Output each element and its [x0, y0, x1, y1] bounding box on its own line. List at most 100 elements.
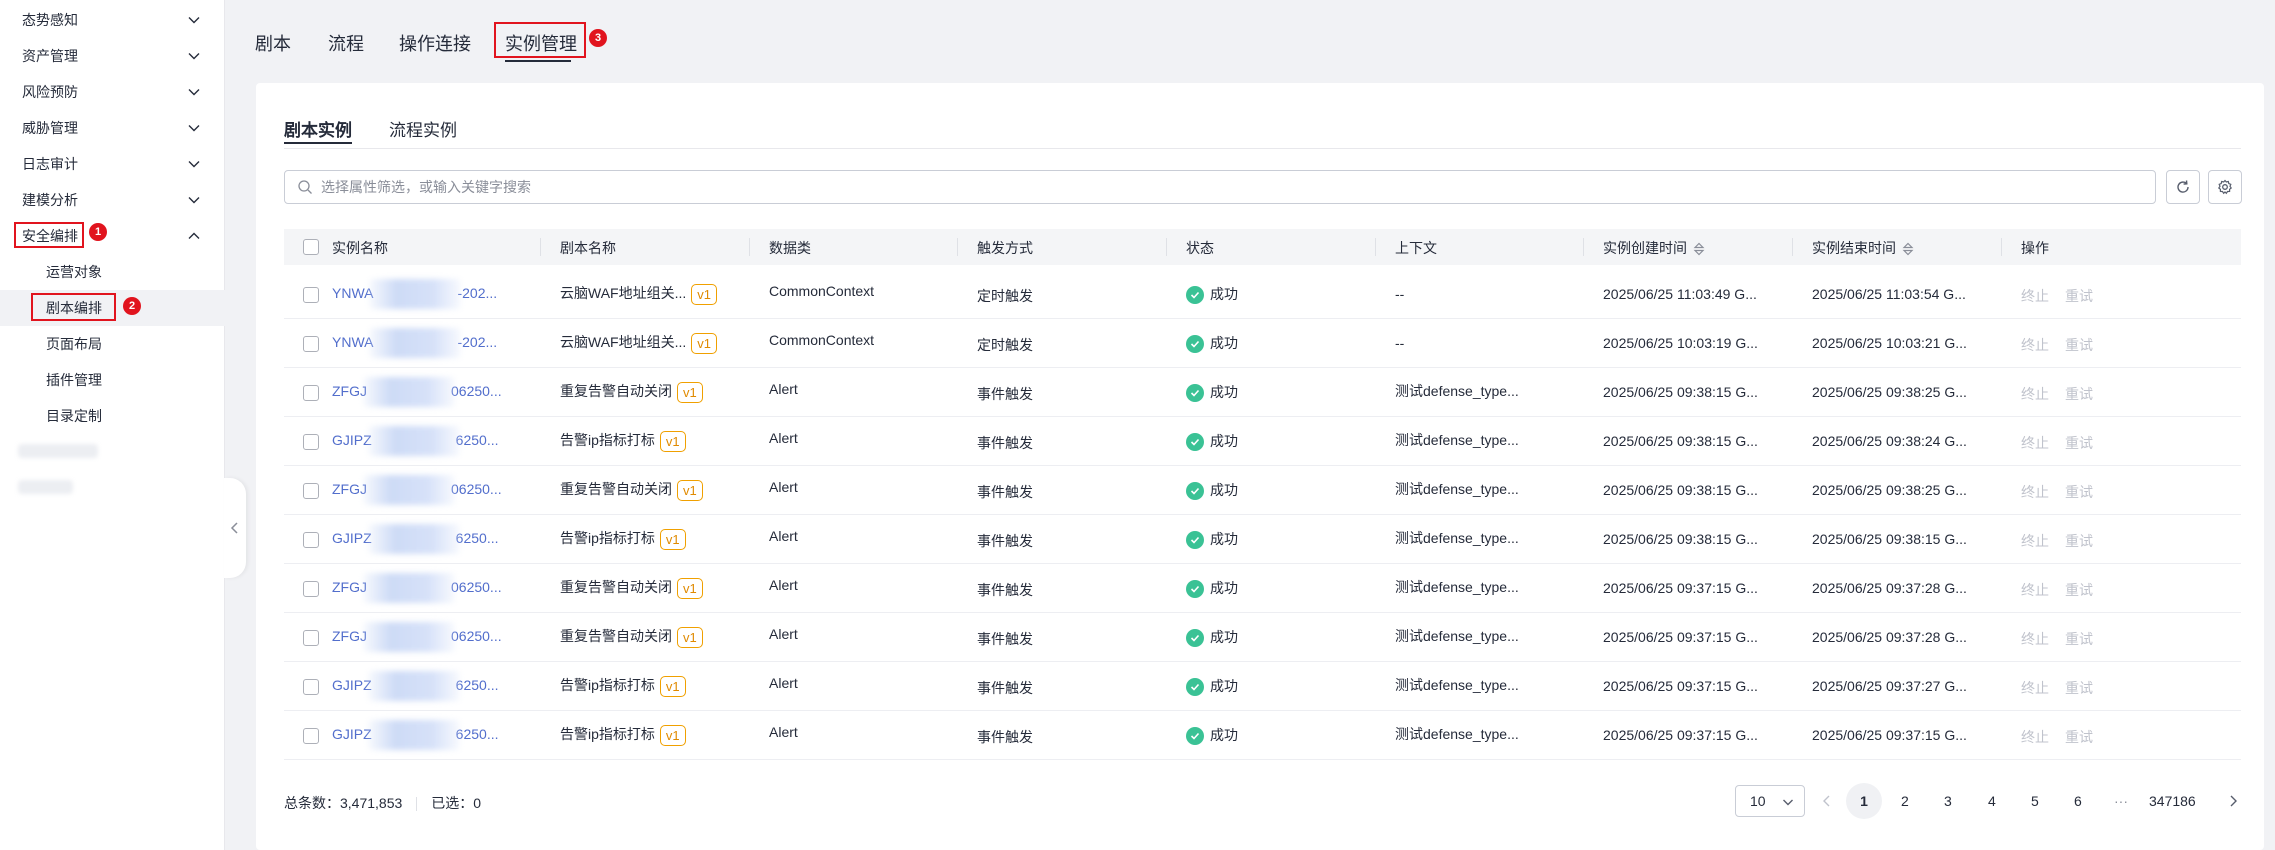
sidebar-item[interactable]: 建模分析	[0, 182, 225, 218]
terminate-button[interactable]: 终止	[2021, 678, 2049, 698]
annotation-badge-1: 1	[89, 223, 107, 241]
table-row[interactable]: ZFGJ 06250... 重复告警自动关闭 v1 Alert 事件触发 成功 测试defen…	[284, 466, 2241, 515]
tab-operation-connection[interactable]: 操作连接	[399, 30, 471, 56]
tab-instance-management[interactable]: 实例管理	[505, 30, 577, 56]
retry-button[interactable]: 重试	[2065, 482, 2093, 502]
sidebar-item[interactable]: 日志审计	[0, 146, 225, 182]
instance-name-link[interactable]: YNWA -202...	[332, 328, 497, 359]
sidebar-item-label: 日志审计	[22, 156, 78, 172]
page-size-select[interactable]: 10	[1735, 785, 1805, 817]
table-row[interactable]: ZFGJ 06250... 重复告警自动关闭 v1 Alert 事件触发 成功 测试defen…	[284, 613, 2241, 662]
sidebar-subitem[interactable]: 页面布局	[0, 326, 225, 362]
retry-button[interactable]: 重试	[2065, 433, 2093, 453]
table-row[interactable]: GJIPZ 6250... 告警ip指标打标 v1 Alert 事件触发 成功 测试defen…	[284, 662, 2241, 711]
page-button-2[interactable]: 2	[1901, 793, 1909, 809]
instance-name-link[interactable]: ZFGJ 06250...	[332, 573, 502, 604]
table-row[interactable]: GJIPZ 6250... 告警ip指标打标 v1 Alert 事件触发 成功 测试defen…	[284, 417, 2241, 466]
status-text: 成功	[1210, 433, 1238, 449]
terminate-button[interactable]: 终止	[2021, 580, 2049, 600]
instance-name-prefix: GJIPZ	[332, 677, 372, 693]
instance-name-link[interactable]: YNWA -202...	[332, 279, 497, 310]
settings-button[interactable]	[2208, 170, 2242, 204]
next-page-button[interactable]	[2226, 794, 2240, 808]
row-checkbox[interactable]	[303, 581, 319, 597]
instance-name-link[interactable]: GJIPZ 6250...	[332, 720, 499, 751]
row-checkbox[interactable]	[303, 385, 319, 401]
instance-name-prefix: GJIPZ	[332, 530, 372, 546]
terminate-button[interactable]: 终止	[2021, 482, 2049, 502]
retry-button[interactable]: 重试	[2065, 678, 2093, 698]
page-button-last[interactable]: 347186	[2149, 793, 2196, 809]
sidebar-item[interactable]: 安全编排	[0, 218, 225, 254]
column-header-playbook-name: 剧本名称	[560, 240, 616, 256]
sidebar-subitem[interactable]: 运营对象	[0, 254, 225, 290]
row-checkbox[interactable]	[303, 434, 319, 450]
column-divider	[2001, 238, 2002, 256]
tab-flow-instances[interactable]: 流程实例	[389, 116, 457, 141]
row-checkbox[interactable]	[303, 336, 319, 352]
row-checkbox[interactable]	[303, 679, 319, 695]
terminate-button[interactable]: 终止	[2021, 384, 2049, 404]
instance-name-link[interactable]: GJIPZ 6250...	[332, 671, 499, 702]
column-header-created-time[interactable]: 实例创建时间	[1603, 238, 1705, 258]
terminate-button[interactable]: 终止	[2021, 335, 2049, 355]
sidebar-collapse-handle[interactable]	[224, 478, 246, 578]
tab-playbook-instances[interactable]: 剧本实例	[284, 116, 352, 141]
prev-page-button[interactable]	[1820, 794, 1834, 808]
table-header: 实例名称 剧本名称 数据类 触发方式 状态 上下文 实例创建时间 实例结束时间 …	[284, 229, 2241, 265]
tab-playbook[interactable]: 剧本	[255, 30, 291, 56]
sidebar-item[interactable]: 资产管理	[0, 38, 225, 74]
sidebar-subitem[interactable]: 剧本编排	[0, 290, 225, 326]
instance-name-prefix: ZFGJ	[332, 481, 367, 497]
terminate-button[interactable]: 终止	[2021, 629, 2049, 649]
table-row[interactable]: ZFGJ 06250... 重复告警自动关闭 v1 Alert 事件触发 成功 测试defen…	[284, 564, 2241, 613]
terminate-button[interactable]: 终止	[2021, 433, 2049, 453]
row-checkbox[interactable]	[303, 483, 319, 499]
row-checkbox[interactable]	[303, 728, 319, 744]
refresh-button[interactable]	[2166, 170, 2200, 204]
table-row[interactable]: GJIPZ 6250... 告警ip指标打标 v1 Alert 事件触发 成功 测试defen…	[284, 515, 2241, 564]
sidebar-item[interactable]: 威胁管理	[0, 110, 225, 146]
sort-icon[interactable]	[1902, 242, 1914, 256]
retry-button[interactable]: 重试	[2065, 531, 2093, 551]
page-button-5[interactable]: 5	[2031, 793, 2039, 809]
sidebar-subitem[interactable]: 目录定制	[0, 398, 225, 434]
page-button-3[interactable]: 3	[1944, 793, 1952, 809]
redaction-mask	[363, 622, 455, 653]
sort-icon[interactable]	[1693, 242, 1705, 256]
terminate-button[interactable]: 终止	[2021, 286, 2049, 306]
terminate-button[interactable]: 终止	[2021, 727, 2049, 747]
table-row[interactable]: YNWA -202... 云脑WAF地址组关... v1 CommonContext 定时…	[284, 319, 2241, 368]
page-button-6[interactable]: 6	[2074, 793, 2082, 809]
table-row[interactable]: GJIPZ 6250... 告警ip指标打标 v1 Alert 事件触发 成功 测试defen…	[284, 711, 2241, 760]
page-ellipsis[interactable]: ···	[2114, 793, 2128, 809]
sidebar-subitem[interactable]: 插件管理	[0, 362, 225, 398]
row-checkbox[interactable]	[303, 287, 319, 303]
table-row[interactable]: ZFGJ 06250... 重复告警自动关闭 v1 Alert 事件触发 成功 测试defen…	[284, 368, 2241, 417]
instance-name-link[interactable]: ZFGJ 06250...	[332, 475, 502, 506]
instance-name-link[interactable]: GJIPZ 6250...	[332, 426, 499, 457]
page-button-4[interactable]: 4	[1988, 793, 1996, 809]
instance-name-link[interactable]: GJIPZ 6250...	[332, 524, 499, 555]
page-button-1[interactable]: 1	[1846, 783, 1882, 819]
row-checkbox[interactable]	[303, 532, 319, 548]
sidebar-item[interactable]: 风险预防	[0, 74, 225, 110]
created-time: 2025/06/25 09:38:15 G...	[1603, 531, 1758, 547]
row-checkbox[interactable]	[303, 630, 319, 646]
terminate-button[interactable]: 终止	[2021, 531, 2049, 551]
retry-button[interactable]: 重试	[2065, 384, 2093, 404]
retry-button[interactable]: 重试	[2065, 580, 2093, 600]
retry-button[interactable]: 重试	[2065, 335, 2093, 355]
instance-name-link[interactable]: ZFGJ 06250...	[332, 622, 502, 653]
instance-name-link[interactable]: ZFGJ 06250...	[332, 377, 502, 408]
retry-button[interactable]: 重试	[2065, 727, 2093, 747]
retry-button[interactable]: 重试	[2065, 286, 2093, 306]
column-header-ended-time[interactable]: 实例结束时间	[1812, 238, 1914, 258]
sidebar-item[interactable]: 态势感知	[0, 2, 225, 38]
search-input[interactable]: 选择属性筛选，或输入关键字搜索	[284, 170, 2156, 204]
retry-button[interactable]: 重试	[2065, 629, 2093, 649]
table-row[interactable]: YNWA -202... 云脑WAF地址组关... v1 CommonContext 定时…	[284, 270, 2241, 319]
select-all-checkbox[interactable]	[303, 239, 319, 255]
tab-flow[interactable]: 流程	[328, 30, 364, 56]
redaction-mask	[363, 377, 455, 408]
